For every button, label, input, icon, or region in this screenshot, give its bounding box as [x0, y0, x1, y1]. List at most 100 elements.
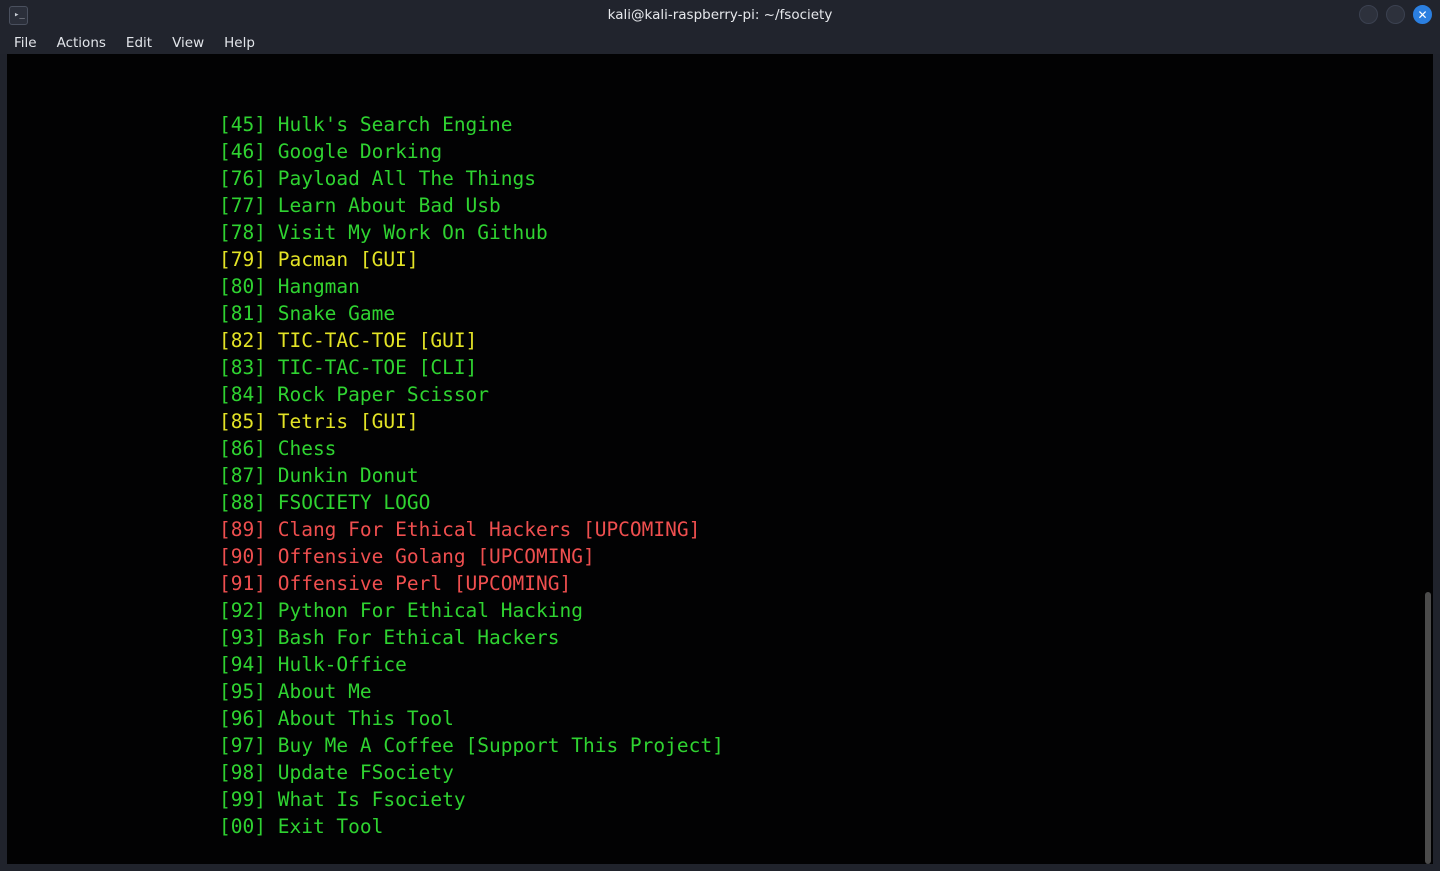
menu-option-index: [77]	[219, 194, 266, 217]
menu-option-row[interactable]: [76] Payload All The Things	[7, 165, 1433, 192]
menu-option-index: [96]	[219, 707, 266, 730]
menu-option-row[interactable]: [93] Bash For Ethical Hackers	[7, 624, 1433, 651]
menu-option-row[interactable]: [82] TIC-TAC-TOE [GUI]	[7, 327, 1433, 354]
menu-option-index: [82]	[219, 329, 266, 352]
menu-option-index: [83]	[219, 356, 266, 379]
menu-option-row[interactable]: [86] Chess	[7, 435, 1433, 462]
menu-option-label: Hangman	[277, 275, 360, 298]
menu-option-index: [98]	[219, 761, 266, 784]
minimize-button[interactable]	[1359, 5, 1378, 24]
scrollbar-thumb[interactable]	[1425, 592, 1431, 864]
window-title: kali@kali-raspberry-pi: ~/fsociety	[607, 7, 833, 23]
menu-option-row[interactable]: [96] About This Tool	[7, 705, 1433, 732]
menu-option-row[interactable]: [87] Dunkin Donut	[7, 462, 1433, 489]
menu-option-label: Visit My Work On Github	[277, 221, 548, 244]
menu-option-label: Tetris [GUI]	[277, 410, 419, 433]
close-button[interactable]: ✕	[1413, 5, 1432, 24]
window-controls: ✕	[1359, 5, 1432, 24]
menu-option-label: Clang For Ethical Hackers [UPCOMING]	[277, 518, 701, 541]
menu-item-help[interactable]: Help	[222, 35, 257, 51]
menu-option-label: Offensive Perl [UPCOMING]	[277, 572, 572, 595]
menu-option-row[interactable]: [92] Python For Ethical Hacking	[7, 597, 1433, 624]
menu-option-label: FSOCIETY LOGO	[277, 491, 431, 514]
menu-option-label: Snake Game	[277, 302, 396, 325]
menu-option-label: Buy Me A Coffee [Support This Project]	[277, 734, 724, 757]
menu-option-index: [92]	[219, 599, 266, 622]
menu-option-index: [80]	[219, 275, 266, 298]
menu-bar: File Actions Edit View Help	[0, 31, 1440, 54]
menu-option-label: Python For Ethical Hacking	[277, 599, 583, 622]
menu-option-row[interactable]: [81] Snake Game	[7, 300, 1433, 327]
menu-option-row[interactable]: [00] Exit Tool	[7, 813, 1433, 840]
menu-option-row[interactable]: [45] Hulk's Search Engine	[7, 111, 1433, 138]
menu-option-label: Pacman [GUI]	[277, 248, 419, 271]
title-bar: ▸_ kali@kali-raspberry-pi: ~/fsociety ✕	[0, 0, 1440, 31]
menu-option-label: Update FSociety	[277, 761, 454, 784]
menu-option-row[interactable]: [88] FSOCIETY LOGO	[7, 489, 1433, 516]
menu-option-row[interactable]: [90] Offensive Golang [UPCOMING]	[7, 543, 1433, 570]
menu-option-row[interactable]: [97] Buy Me A Coffee [Support This Proje…	[7, 732, 1433, 759]
menu-option-row[interactable]: [79] Pacman [GUI]	[7, 246, 1433, 273]
terminal-window: ▸_ kali@kali-raspberry-pi: ~/fsociety ✕ …	[0, 0, 1440, 871]
menu-option-label: What Is Fsociety	[277, 788, 466, 811]
menu-option-label: Bash For Ethical Hackers	[277, 626, 560, 649]
menu-option-index: [93]	[219, 626, 266, 649]
menu-option-label: Google Dorking	[277, 140, 443, 163]
menu-option-label: Offensive Golang [UPCOMING]	[277, 545, 595, 568]
menu-option-row[interactable]: [99] What Is Fsociety	[7, 786, 1433, 813]
menu-option-index: [46]	[219, 140, 266, 163]
terminal-output[interactable]: [45] Hulk's Search Engine [46] Google Dor…	[7, 54, 1433, 864]
menu-item-file[interactable]: File	[12, 35, 39, 51]
menu-option-row[interactable]: [78] Visit My Work On Github	[7, 219, 1433, 246]
menu-option-index: [99]	[219, 788, 266, 811]
menu-option-index: [97]	[219, 734, 266, 757]
menu-option-row[interactable]: [77] Learn About Bad Usb	[7, 192, 1433, 219]
menu-option-index: [76]	[219, 167, 266, 190]
fsociety-menu-list: [45] Hulk's Search Engine [46] Google Dor…	[7, 111, 1433, 840]
menu-option-index: [81]	[219, 302, 266, 325]
menu-option-index: [79]	[219, 248, 266, 271]
menu-option-row[interactable]: [91] Offensive Perl [UPCOMING]	[7, 570, 1433, 597]
menu-option-label: About Me	[277, 680, 372, 703]
menu-option-index: [84]	[219, 383, 266, 406]
maximize-button[interactable]	[1386, 5, 1405, 24]
menu-option-label: TIC-TAC-TOE [GUI]	[277, 329, 478, 352]
close-icon: ✕	[1417, 8, 1428, 22]
menu-option-index: [95]	[219, 680, 266, 703]
menu-option-index: [78]	[219, 221, 266, 244]
menu-item-view[interactable]: View	[170, 35, 206, 51]
menu-option-label: Dunkin Donut	[277, 464, 419, 487]
menu-option-index: [88]	[219, 491, 266, 514]
menu-option-row[interactable]: [89] Clang For Ethical Hackers [UPCOMING…	[7, 516, 1433, 543]
terminal-viewport[interactable]: [45] Hulk's Search Engine [46] Google Dor…	[7, 54, 1433, 864]
menu-item-actions[interactable]: Actions	[55, 35, 108, 51]
menu-option-label: Rock Paper Scissor	[277, 383, 490, 406]
menu-option-index: [94]	[219, 653, 266, 676]
menu-option-index: [90]	[219, 545, 266, 568]
menu-option-index: [85]	[219, 410, 266, 433]
menu-option-index: [91]	[219, 572, 266, 595]
menu-option-label: Learn About Bad Usb	[277, 194, 501, 217]
menu-option-index: [86]	[219, 437, 266, 460]
menu-option-row[interactable]: [98] Update FSociety	[7, 759, 1433, 786]
menu-option-row[interactable]: [46] Google Dorking	[7, 138, 1433, 165]
menu-option-label: Exit Tool	[277, 815, 384, 838]
menu-item-edit[interactable]: Edit	[124, 35, 154, 51]
menu-option-label: Chess	[277, 437, 337, 460]
menu-option-row[interactable]: [80] Hangman	[7, 273, 1433, 300]
menu-option-index: [00]	[219, 815, 266, 838]
menu-option-row[interactable]: [95] About Me	[7, 678, 1433, 705]
menu-option-row[interactable]: [83] TIC-TAC-TOE [CLI]	[7, 354, 1433, 381]
menu-option-label: Payload All The Things	[277, 167, 536, 190]
menu-option-row[interactable]: [85] Tetris [GUI]	[7, 408, 1433, 435]
menu-option-label: Hulk-Office	[277, 653, 407, 676]
menu-option-label: TIC-TAC-TOE [CLI]	[277, 356, 478, 379]
menu-option-index: [87]	[219, 464, 266, 487]
terminal-scrollbar[interactable]	[1424, 54, 1432, 864]
menu-option-row[interactable]: [84] Rock Paper Scissor	[7, 381, 1433, 408]
menu-option-label: About This Tool	[277, 707, 454, 730]
menu-option-label: Hulk's Search Engine	[277, 113, 513, 136]
menu-option-index: [89]	[219, 518, 266, 541]
menu-option-row[interactable]: [94] Hulk-Office	[7, 651, 1433, 678]
menu-option-index: [45]	[219, 113, 266, 136]
